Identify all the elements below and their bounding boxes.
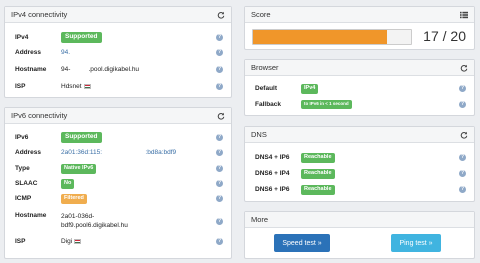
fallback-badge: to IPv6 in < 1 second: [301, 100, 352, 109]
ipv6-address-value[interactable]: 2a01:36d:115: :bd8a:bdf9: [61, 149, 223, 156]
refresh-icon[interactable]: [217, 11, 225, 19]
ipv6-panel-header: IPv6 connectivity: [5, 108, 231, 124]
slaac-label: SLAAC: [15, 180, 38, 188]
ipv6-hostname-value-line2: bdf9.pool6.digikabel.hu: [61, 222, 128, 229]
dns-panel-title: DNS: [251, 130, 267, 139]
ipv6-type-row: Type Native IPv6 ?: [15, 164, 223, 174]
reachable-badge: Reachable: [301, 153, 335, 163]
default-ipv4-badge: IPv4: [301, 84, 319, 94]
icmp-label: ICMP: [15, 195, 32, 203]
slaac-badge: No: [61, 179, 75, 189]
ipv6-hostname-row: Hostname 2a01-036d- bdf9.pool6.digikabel…: [15, 212, 223, 230]
dns-row: DNS4 + IP6 Reachable ?: [255, 153, 466, 163]
more-panel: More Speed test » Ping test »: [244, 211, 475, 259]
ipv4-address-row: Address 94. ?: [15, 49, 223, 56]
score-panel: Score 17 / 20: [244, 6, 475, 50]
score-panel-header: Score: [245, 7, 474, 23]
help-icon[interactable]: ?: [216, 218, 223, 225]
help-icon[interactable]: ?: [216, 149, 223, 156]
help-icon[interactable]: ?: [216, 83, 223, 90]
native-ipv6-badge: Native IPv6: [61, 164, 97, 174]
ipv6-row: IPv6 Supported ?: [15, 132, 223, 143]
fallback-label: Fallback: [255, 100, 282, 108]
ipv4-hostname-value: 94- .pool.digikabel.hu: [61, 66, 140, 73]
ipv6-label: IPv6: [15, 133, 29, 141]
ipv6-hostname-value-line1: 2a01-036d-: [61, 213, 95, 220]
ipv6-slaac-row: SLAAC No ?: [15, 179, 223, 189]
dns-row-label: DNS4 + IP6: [255, 154, 290, 162]
isp-label: ISP: [15, 83, 26, 90]
score-progress-bar: [252, 29, 412, 45]
ipv4-supported-badge: Supported: [61, 32, 102, 43]
type-label: Type: [15, 165, 30, 173]
dns-row-label: DNS6 + IP4: [255, 170, 290, 178]
ipv6-isp-row: ISP Digi ?: [15, 238, 223, 245]
browser-panel: Browser Default IPv4 ? Fallback to IPv6 …: [244, 59, 475, 116]
reachable-badge: Reachable: [301, 185, 335, 195]
hungary-flag-icon: [74, 238, 82, 244]
address-label: Address: [15, 49, 42, 56]
ipv4-panel-title: IPv4 connectivity: [11, 10, 68, 19]
more-panel-header: More: [245, 212, 474, 228]
ipv4-isp-row: ISP Hdsnet ?: [15, 83, 223, 90]
refresh-icon[interactable]: [460, 64, 468, 72]
address-label: Address: [15, 149, 42, 156]
hostname-label: Hostname: [15, 66, 47, 73]
help-icon[interactable]: ?: [216, 66, 223, 73]
ipv6-panel: IPv6 connectivity IPv6 Supported ? Addre…: [4, 107, 232, 259]
ipv4-hostname-row: Hostname 94- .pool.digikabel.hu ?: [15, 66, 223, 73]
help-icon[interactable]: ?: [459, 100, 466, 108]
reachable-badge: Reachable: [301, 169, 335, 179]
isp-label: ISP: [15, 238, 26, 245]
score-progress-fill: [253, 30, 388, 44]
dns-row: DNS6 + IP6 Reachable ?: [255, 185, 466, 195]
browser-fallback-row: Fallback to IPv6 in < 1 second ?: [255, 100, 466, 109]
refresh-icon[interactable]: [460, 131, 468, 139]
ipv6-panel-title: IPv6 connectivity: [11, 111, 68, 120]
ipv6-isp-value: Digi: [61, 238, 73, 245]
refresh-icon[interactable]: [217, 112, 225, 120]
ipv4-panel-header: IPv4 connectivity: [5, 7, 231, 23]
score-value: 17 / 20: [423, 28, 466, 44]
dns-row: DNS6 + IP4 Reachable ?: [255, 169, 466, 179]
ipv6-address-row: Address 2a01:36d:115: :bd8a:bdf9 ?: [15, 149, 223, 156]
speed-test-button[interactable]: Speed test »: [274, 234, 330, 252]
icmp-filtered-badge: Filtered: [61, 194, 87, 204]
default-label: Default: [255, 85, 278, 93]
hostname-label: Hostname: [15, 212, 47, 219]
ipv4-row: IPv4 Supported ?: [15, 32, 223, 43]
ipv4-address-value[interactable]: 94.: [61, 49, 223, 56]
list-icon[interactable]: [460, 11, 468, 19]
ipv6-icmp-row: ICMP Filtered ?: [15, 194, 223, 204]
more-panel-title: More: [251, 215, 269, 224]
help-icon[interactable]: ?: [216, 133, 223, 141]
ipv6-supported-badge: Supported: [61, 132, 102, 143]
dns-panel: DNS DNS4 + IP6 Reachable ? DNS6 + IP4 Re…: [244, 126, 475, 202]
browser-default-row: Default IPv4 ?: [255, 84, 466, 94]
help-icon[interactable]: ?: [216, 33, 223, 41]
hungary-flag-icon: [83, 83, 91, 89]
ipv4-panel: IPv4 connectivity IPv4 Supported ? Addre…: [4, 6, 232, 98]
browser-panel-title: Browser: [251, 63, 279, 72]
ipv4-isp-value: Hdsnet: [61, 83, 82, 90]
help-icon[interactable]: ?: [216, 49, 223, 56]
dns-panel-header: DNS: [245, 127, 474, 143]
ping-test-button[interactable]: Ping test »: [391, 234, 441, 252]
browser-panel-header: Browser: [245, 60, 474, 76]
ipv4-label: IPv4: [15, 33, 29, 41]
score-panel-title: Score: [251, 10, 271, 19]
dns-row-label: DNS6 + IP6: [255, 186, 290, 194]
help-icon[interactable]: ?: [216, 238, 223, 245]
